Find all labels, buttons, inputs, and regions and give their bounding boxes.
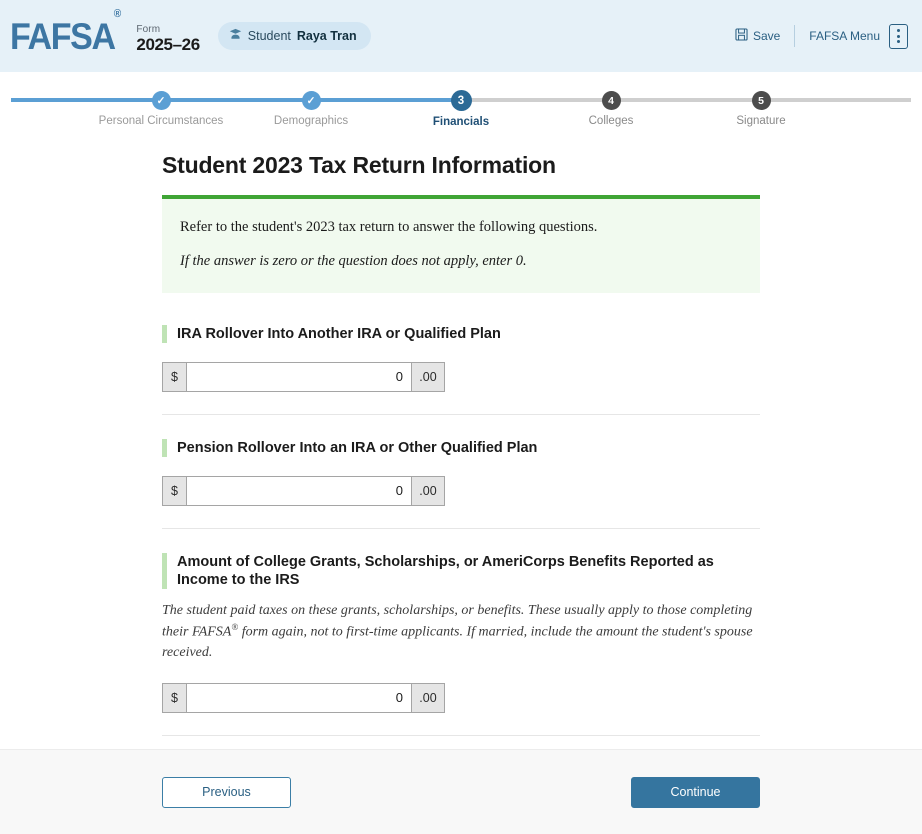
- form-year-block: Form 2025–26: [136, 25, 200, 54]
- stepper-label-3: Financials: [432, 116, 490, 128]
- floppy-disk-save-icon: [735, 28, 748, 44]
- currency-input-group[interactable]: $ .00: [162, 361, 445, 392]
- question-help-post: form again, not to first-time applicants…: [162, 624, 753, 661]
- stepper-label-5: Signature: [736, 115, 786, 127]
- kebab-dot: [897, 34, 900, 38]
- question-college-grants: Amount of College Grants, Scholarships, …: [162, 527, 760, 735]
- currency-suffix: .00: [412, 475, 445, 506]
- stepper-label-4: Colleges: [588, 115, 634, 127]
- stepper-bar-left: [311, 98, 461, 102]
- progress-stepper: ✓ Personal Circumstances ✓ Demographics …: [0, 88, 922, 134]
- currency-prefix: $: [162, 475, 186, 506]
- amount-input[interactable]: [186, 361, 412, 392]
- fafsa-menu-button[interactable]: FAFSA Menu: [795, 23, 908, 49]
- currency-input-group[interactable]: $ .00: [162, 475, 445, 506]
- fafsa-logo: FAFSA® Form 2025–26: [10, 9, 200, 57]
- currency-input-group[interactable]: $ .00: [162, 682, 445, 713]
- form-footer: Previous Continue: [0, 749, 922, 834]
- kebab-menu-icon[interactable]: [889, 23, 908, 49]
- currency-suffix: .00: [412, 682, 445, 713]
- save-label: Save: [752, 29, 781, 43]
- main-content: Student 2023 Tax Return Information Refe…: [0, 152, 922, 834]
- stepper-bar-left: [461, 98, 611, 102]
- stepper-circle-4: 4: [601, 91, 621, 110]
- student-user-icon: [229, 28, 242, 44]
- stepper-circle-3: 3: [450, 90, 472, 111]
- info-callout-line-2: If the answer is zero or the question do…: [180, 252, 527, 269]
- amount-input[interactable]: [186, 475, 412, 506]
- question-label: Amount of College Grants, Scholarships, …: [162, 552, 760, 589]
- page-title: Student 2023 Tax Return Information: [162, 152, 556, 178]
- info-callout: Refer to the student's 2023 tax return t…: [162, 195, 760, 293]
- stepper-bar-right: [761, 98, 911, 102]
- currency-prefix: $: [162, 361, 186, 392]
- kebab-dot: [897, 40, 900, 43]
- stepper-circle-2: ✓: [301, 91, 321, 110]
- stepper-bar-left: [161, 98, 311, 102]
- student-badge-role: Student: [247, 29, 291, 43]
- registered-trademark-icon: ®: [113, 8, 121, 21]
- stepper-circle-5: 5: [751, 91, 771, 110]
- question-help-text: The student paid taxes on these grants, …: [162, 601, 760, 664]
- currency-prefix: $: [162, 682, 186, 713]
- stepper-step-signature[interactable]: 5 Signature: [611, 88, 911, 134]
- stepper-step-financials[interactable]: 3 Financials: [311, 88, 611, 134]
- continue-button[interactable]: Continue: [631, 776, 760, 808]
- fafsa-wordmark: FAFSA®: [10, 9, 121, 57]
- question-pension-rollover: Pension Rollover Into an IRA or Other Qu…: [162, 413, 760, 528]
- stepper-bar-left: [11, 98, 161, 102]
- previous-button[interactable]: Previous: [162, 776, 291, 808]
- stepper-step-personal-circumstances[interactable]: ✓ Personal Circumstances: [11, 88, 311, 134]
- student-badge-name: Raya Tran: [296, 29, 357, 43]
- kebab-dot: [897, 29, 900, 32]
- header-actions: Save FAFSA Menu: [735, 23, 908, 49]
- question-label: IRA Rollover Into Another IRA or Qualifi…: [162, 324, 760, 343]
- fafsa-wordmark-text: FAFSA: [10, 15, 116, 57]
- currency-suffix: .00: [412, 361, 445, 392]
- question-label: Pension Rollover Into an IRA or Other Qu…: [162, 438, 760, 457]
- save-button[interactable]: Save: [735, 28, 794, 44]
- app-header: FAFSA® Form 2025–26 Student Raya Tran Sa…: [0, 0, 922, 72]
- stepper-step-colleges[interactable]: 4 Colleges: [461, 88, 761, 134]
- form-year: 2025–26: [136, 34, 200, 54]
- question-ira-rollover: IRA Rollover Into Another IRA or Qualifi…: [162, 324, 760, 414]
- student-badge[interactable]: Student Raya Tran: [217, 22, 371, 50]
- fafsa-menu-label: FAFSA Menu: [809, 29, 880, 43]
- amount-input[interactable]: [186, 682, 412, 713]
- stepper-label-2: Demographics: [273, 115, 349, 127]
- stepper-bar-left: [611, 98, 761, 102]
- info-callout-line-1: Refer to the student's 2023 tax return t…: [180, 219, 598, 235]
- stepper-step-demographics[interactable]: ✓ Demographics: [161, 88, 461, 134]
- stepper-circle-1: ✓: [151, 91, 171, 110]
- stepper-label-1: Personal Circumstances: [98, 115, 224, 127]
